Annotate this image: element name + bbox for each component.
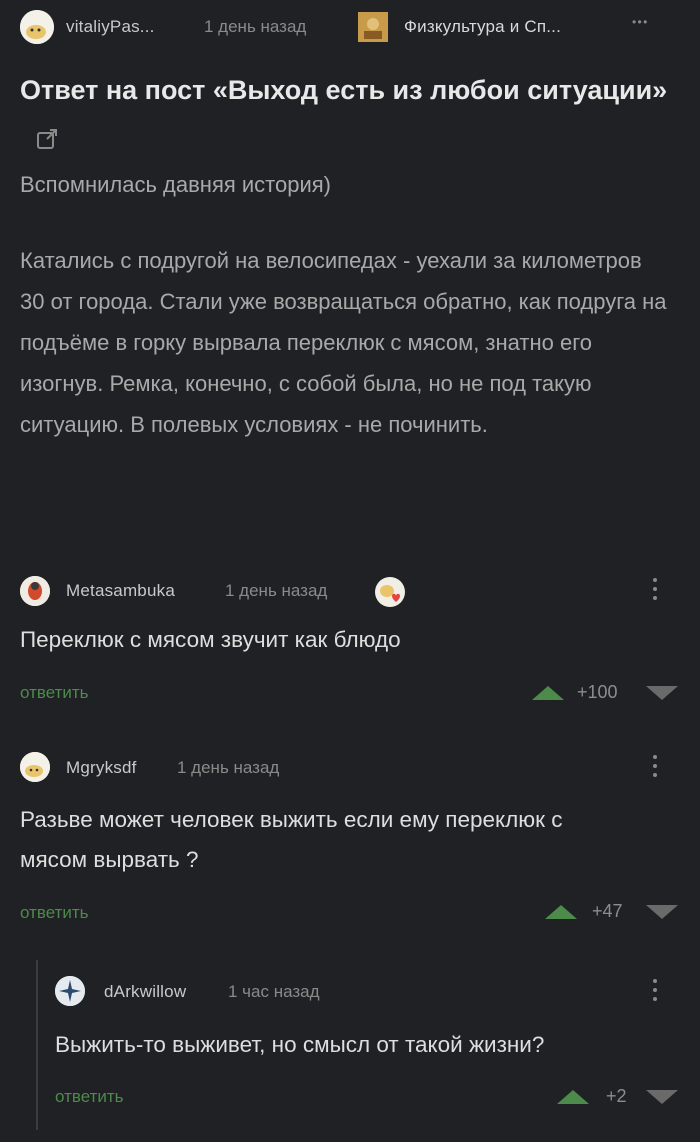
comment-score: +47 xyxy=(592,901,623,921)
upvote-icon[interactable] xyxy=(532,686,564,700)
community-name[interactable]: Физкультура и Сп... xyxy=(404,17,561,37)
comment-time: 1 день назад xyxy=(177,758,280,777)
post-author-name[interactable]: vitaliyPas... xyxy=(66,17,155,37)
community-logo-icon xyxy=(358,12,388,42)
comment-text: Разьве может человек выжить если ему пер… xyxy=(20,807,563,872)
post-title[interactable]: Ответ на пост «Выход есть из любои ситуа… xyxy=(20,70,670,150)
cat-avatar-icon xyxy=(20,10,54,44)
bird-avatar-icon xyxy=(20,576,50,606)
post-time: 1 день назад xyxy=(204,17,307,36)
reply-link[interactable]: ответить xyxy=(20,683,89,703)
comment-text: Переклюк с мясом звучит как блюдо xyxy=(20,627,401,652)
comment-avatar[interactable] xyxy=(55,976,85,1006)
comment-menu-icon[interactable] xyxy=(653,578,659,605)
post-author-avatar[interactable] xyxy=(20,10,54,44)
post-intro: Вспомнилась давняя история) xyxy=(20,172,331,197)
comment-menu-icon[interactable] xyxy=(653,979,659,1006)
comment-score: +100 xyxy=(577,682,618,702)
community-icon[interactable] xyxy=(358,12,388,42)
post-title-text: Ответ на пост «Выход есть из любои ситуа… xyxy=(20,75,668,105)
comment-time: 1 час назад xyxy=(228,982,320,1001)
downvote-icon[interactable] xyxy=(646,905,678,919)
downvote-icon[interactable] xyxy=(646,686,678,700)
reply-link[interactable]: ответить xyxy=(20,903,89,923)
crystal-avatar-icon xyxy=(55,976,85,1006)
reply-link[interactable]: ответить xyxy=(55,1087,124,1107)
comment-author[interactable]: dArkwillow xyxy=(104,982,186,1002)
upvote-icon[interactable] xyxy=(545,905,577,919)
downvote-icon[interactable] xyxy=(646,1090,678,1104)
comment-time: 1 день назад xyxy=(225,581,328,600)
comment-menu-icon[interactable] xyxy=(653,755,659,782)
thread-line xyxy=(36,960,38,1130)
comment-score: +2 xyxy=(606,1086,627,1106)
cat-avatar-icon xyxy=(20,752,50,782)
heart-award-icon xyxy=(374,576,406,608)
comment-avatar[interactable] xyxy=(20,752,50,782)
comment-avatar[interactable] xyxy=(20,576,50,606)
post-more-button[interactable]: • • • xyxy=(632,15,647,29)
comment-author[interactable]: Mgryksdf xyxy=(66,758,137,778)
external-link-icon[interactable] xyxy=(36,121,58,149)
comment-author[interactable]: Metasambuka xyxy=(66,581,175,601)
post-body: Катались с подругой на велосипедах - уех… xyxy=(20,248,667,437)
upvote-icon[interactable] xyxy=(557,1090,589,1104)
comment-text: Выжить-то выживет, но смысл от такой жиз… xyxy=(55,1032,545,1057)
